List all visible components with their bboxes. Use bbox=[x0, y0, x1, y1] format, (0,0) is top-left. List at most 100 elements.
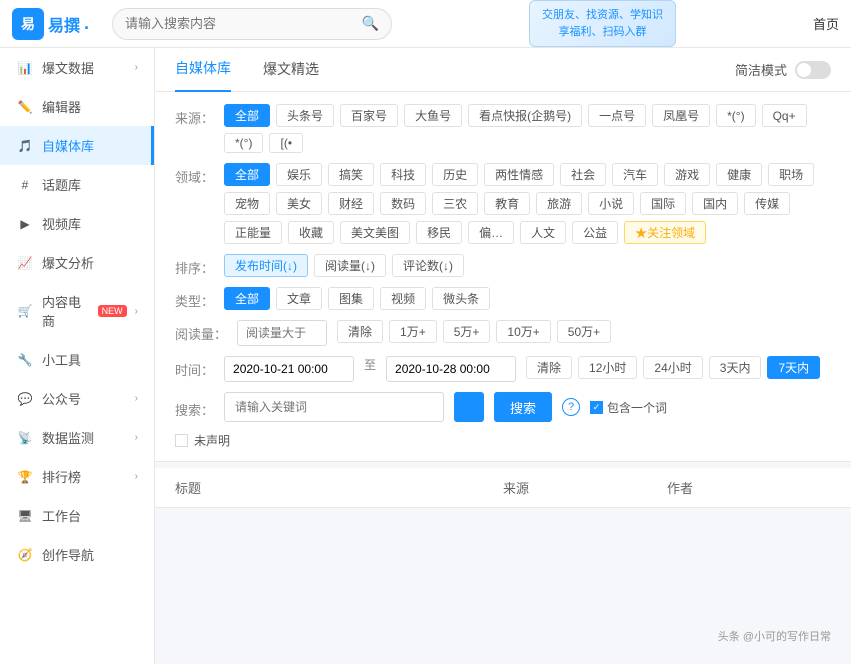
source-btn-all[interactable]: 全部 bbox=[224, 104, 270, 127]
sort-btn-read-count[interactable]: 阅读量(↓) bbox=[314, 254, 386, 277]
help-icon[interactable]: ? bbox=[562, 398, 580, 416]
read-opt-清除[interactable]: 清除 bbox=[337, 320, 383, 343]
sidebar-item-shuju-jiance[interactable]: 📡 数据监测 › bbox=[0, 418, 154, 457]
search-icon: 🔍 bbox=[362, 15, 379, 32]
domain-btn-shehui[interactable]: 社会 bbox=[560, 163, 606, 186]
sidebar-item-baobao-data[interactable]: 📊 爆文数据 › bbox=[0, 48, 154, 87]
time-end-input[interactable] bbox=[386, 356, 516, 382]
undeclared-checkbox[interactable] bbox=[175, 434, 188, 447]
sidebar-item-chuangzuo-daohang[interactable]: 🧭 创作导航 bbox=[0, 535, 154, 574]
new-badge: NEW bbox=[98, 305, 127, 317]
source-btn-baijia[interactable]: 百家号 bbox=[340, 104, 398, 127]
type-btn-all[interactable]: 全部 bbox=[224, 287, 270, 310]
source-btn-bilibili[interactable]: [(• bbox=[269, 133, 303, 153]
time-opt-7天内[interactable]: 7天内 bbox=[767, 356, 820, 379]
domain-btn-yule[interactable]: 娱乐 bbox=[276, 163, 322, 186]
domain-btn-zhengnengliangyi[interactable]: 正能量 bbox=[224, 221, 282, 244]
domain-btn-chuanmei[interactable]: 传媒 bbox=[744, 192, 790, 215]
source-filter-row: 来源： 全部头条号百家号大鱼号看点快报(企鹅号)一点号凤凰号*(°)Qq+*(°… bbox=[175, 104, 831, 153]
domain-btn-caijing[interactable]: 财经 bbox=[328, 192, 374, 215]
domain-btn-other1[interactable]: 偏… bbox=[468, 221, 514, 244]
domain-btn-shuma[interactable]: 数码 bbox=[380, 192, 426, 215]
type-btn-video[interactable]: 视频 bbox=[380, 287, 426, 310]
domain-btn-gaoyan[interactable]: 搞笑 bbox=[328, 163, 374, 186]
source-btn-dayu[interactable]: 大鱼号 bbox=[404, 104, 462, 127]
domain-btn-renwen[interactable]: 人文 bbox=[520, 221, 566, 244]
domain-btn-zhichang[interactable]: 职场 bbox=[768, 163, 814, 186]
domain-btn-guanzhu-lingyu[interactable]: ★关注领域 bbox=[624, 221, 706, 244]
source-btn-toutiao[interactable]: 头条号 bbox=[276, 104, 334, 127]
tab-zimeiti-ku[interactable]: 自媒体库 bbox=[175, 48, 231, 92]
simple-mode-toggle[interactable]: 简洁模式 bbox=[735, 60, 831, 79]
sidebar-item-gong-zuo-tai[interactable]: 🖥 工作台 bbox=[0, 496, 154, 535]
domain-btn-shoucang[interactable]: 收藏 bbox=[288, 221, 334, 244]
results-table: 标题来源作者 bbox=[155, 468, 851, 508]
read-opt-1万+[interactable]: 1万+ bbox=[389, 320, 437, 343]
time-start-input[interactable] bbox=[224, 356, 354, 382]
domain-btn-all[interactable]: 全部 bbox=[224, 163, 270, 186]
read-opt-50万+[interactable]: 50万+ bbox=[557, 320, 611, 343]
source-btn-yidian[interactable]: 一点号 bbox=[588, 104, 646, 127]
nav-home[interactable]: 首页 bbox=[813, 14, 839, 33]
sidebar-item-paihang-bang[interactable]: 🏆 排行榜 › bbox=[0, 457, 154, 496]
sidebar-icon-paihang-bang: 🏆 bbox=[16, 468, 34, 486]
sidebar-item-shipin-ku[interactable]: ▶ 视频库 bbox=[0, 204, 154, 243]
domain-btn-jiankang[interactable]: 健康 bbox=[716, 163, 762, 186]
sidebar-item-gongzhong-hao[interactable]: 💬 公众号 › bbox=[0, 379, 154, 418]
time-opt-24小时[interactable]: 24小时 bbox=[643, 356, 702, 379]
source-btn-fenghuang[interactable]: 凤凰号 bbox=[652, 104, 710, 127]
time-opt-清除[interactable]: 清除 bbox=[526, 356, 572, 379]
type-btn-micro-headline[interactable]: 微头条 bbox=[432, 287, 490, 310]
sidebar-item-neirong-dianshang[interactable]: 🛒 内容电商 NEW › bbox=[0, 282, 154, 340]
domain-btn-qiche[interactable]: 汽车 bbox=[612, 163, 658, 186]
tab-baobao-jingxuan[interactable]: 爆文精选 bbox=[263, 48, 319, 92]
sidebar-item-huati-ku[interactable]: # 话题库 bbox=[0, 165, 154, 204]
read-opt-10万+[interactable]: 10万+ bbox=[496, 320, 550, 343]
sidebar-item-baobao-fenxi[interactable]: 📈 爆文分析 bbox=[0, 243, 154, 282]
toggle-switch[interactable] bbox=[795, 61, 831, 79]
time-opt-12小时[interactable]: 12小时 bbox=[578, 356, 637, 379]
domain-btn-chongwu[interactable]: 宠物 bbox=[224, 192, 270, 215]
domain-btn-guoji[interactable]: 国际 bbox=[640, 192, 686, 215]
domain-btn-liangxingqinggan[interactable]: 两性情感 bbox=[484, 163, 554, 186]
domain-btn-keji[interactable]: 科技 bbox=[380, 163, 426, 186]
source-btn-zhihu[interactable]: *(°) bbox=[224, 133, 263, 153]
sidebar-label-huati-ku: 话题库 bbox=[42, 175, 81, 194]
type-btn-article[interactable]: 文章 bbox=[276, 287, 322, 310]
domain-btn-youxi[interactable]: 游戏 bbox=[664, 163, 710, 186]
domain-btn-lvyou[interactable]: 旅游 bbox=[536, 192, 582, 215]
sort-btn-publish-time[interactable]: 发布时间(↓) bbox=[224, 254, 308, 277]
sidebar-item-xiao-gongju[interactable]: 🔧 小工具 bbox=[0, 340, 154, 379]
domain-btn-meiwen[interactable]: 美文美图 bbox=[340, 221, 410, 244]
search-input[interactable] bbox=[125, 16, 354, 31]
read-opt-5万+[interactable]: 5万+ bbox=[443, 320, 491, 343]
domain-btn-gongyi[interactable]: 公益 bbox=[572, 221, 618, 244]
domain-btn-guonei[interactable]: 国内 bbox=[692, 192, 738, 215]
time-opt-3天内[interactable]: 3天内 bbox=[709, 356, 762, 379]
domain-btn-sannong[interactable]: 三农 bbox=[432, 192, 478, 215]
source-btn-qq[interactable]: Qq+ bbox=[762, 104, 807, 127]
domain-btn-meinv[interactable]: 美女 bbox=[276, 192, 322, 215]
time-options: 清除 12小时 24小时 3天内7天内 bbox=[526, 356, 831, 379]
domain-btn-lishi[interactable]: 历史 bbox=[432, 163, 478, 186]
blue-square-button[interactable] bbox=[454, 392, 484, 422]
tab-bar: 自媒体库 爆文精选 简洁模式 bbox=[155, 48, 851, 92]
read-input[interactable] bbox=[237, 320, 327, 346]
sort-btn-comment-count[interactable]: 评论数(↓) bbox=[392, 254, 464, 277]
search-bar[interactable]: 🔍 bbox=[112, 8, 392, 40]
domain-btn-xiaoshuo[interactable]: 小说 bbox=[588, 192, 634, 215]
type-btn-gallery[interactable]: 图集 bbox=[328, 287, 374, 310]
search-execute-button[interactable]: 搜索 bbox=[494, 392, 552, 422]
source-btn-weibo[interactable]: *(°) bbox=[716, 104, 755, 127]
sidebar-item-bianji-qi[interactable]: ✏️ 编辑器 bbox=[0, 87, 154, 126]
source-btn-kandiankuaibao[interactable]: 看点快报(企鹅号) bbox=[468, 104, 582, 127]
include-one-word-checkbox[interactable]: ✓ bbox=[590, 401, 603, 414]
domain-btn-yimin[interactable]: 移民 bbox=[416, 221, 462, 244]
domain-btn-jiaoyu[interactable]: 教育 bbox=[484, 192, 530, 215]
search-keyword-input[interactable] bbox=[224, 392, 444, 422]
sidebar-icon-chuangzuo-daohang: 🧭 bbox=[16, 546, 34, 564]
sidebar-item-zimeiti-ku[interactable]: 🎵 自媒体库 bbox=[0, 126, 154, 165]
main-layout: 📊 爆文数据 › ✏️ 编辑器 🎵 自媒体库 # 话题库 ▶ 视频库 📈 爆文分… bbox=[0, 48, 851, 664]
sidebar-label-gong-zuo-tai: 工作台 bbox=[42, 506, 81, 525]
banner-line1: 交朋友、找资源、学知识 bbox=[542, 7, 663, 24]
